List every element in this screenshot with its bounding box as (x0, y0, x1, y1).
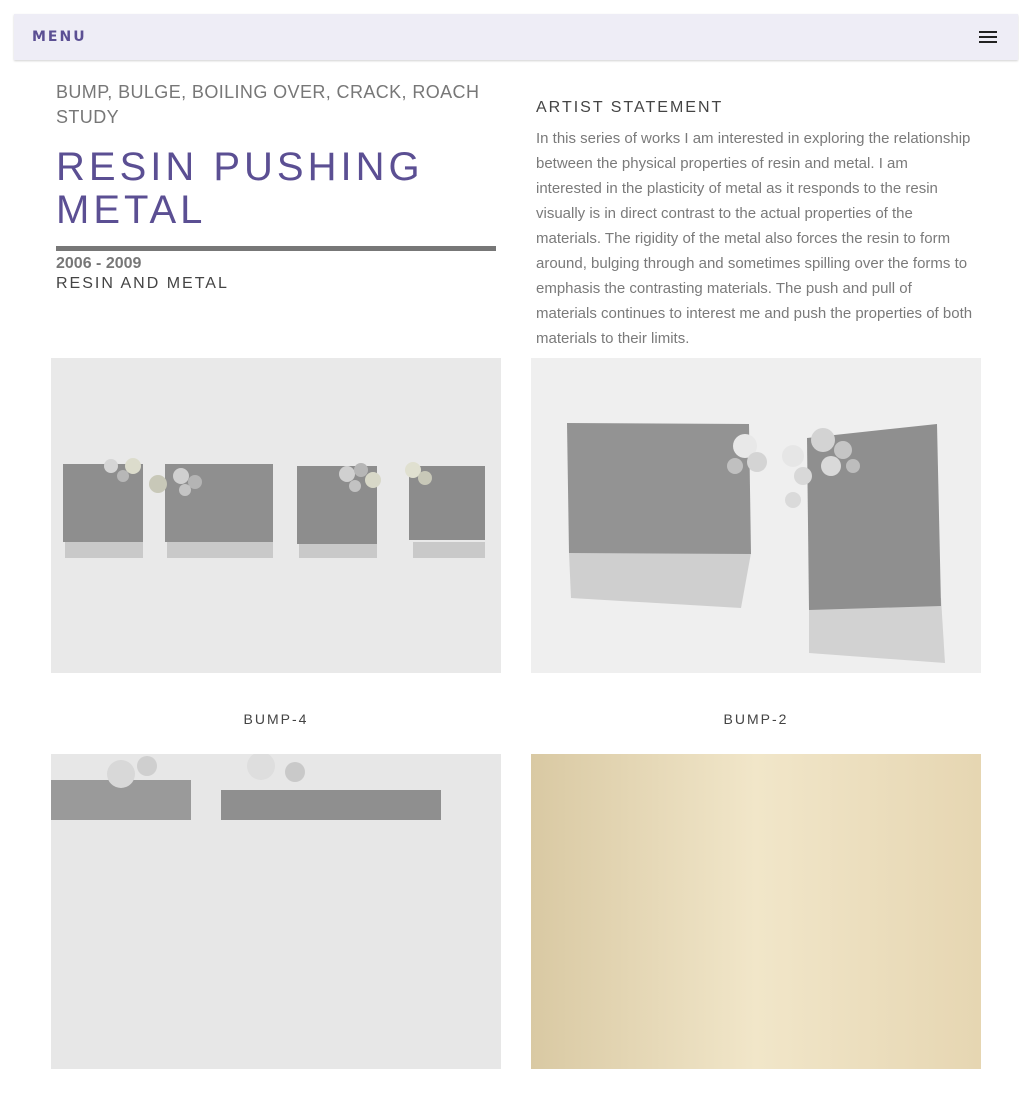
statement-body: In this series of works I am interested … (536, 130, 973, 347)
statement-heading: ARTIST STATEMENT (536, 99, 724, 116)
top-menu-bar: MENU (14, 14, 1018, 60)
gallery-item[interactable]: BUMP-2 (531, 358, 981, 727)
artwork-caption: BUMP-2 (723, 711, 789, 727)
work-subtitle: BUMP, BULGE, BOILING OVER, CRACK, ROACH … (56, 82, 480, 127)
artwork-photo[interactable] (531, 358, 981, 673)
gallery-item[interactable] (531, 754, 981, 1107)
artwork-image-3 (51, 754, 501, 1069)
artwork-photo[interactable] (531, 754, 981, 1069)
work-medium: RESIN AND METAL (56, 275, 229, 292)
artwork-image-4 (531, 754, 981, 1069)
hamburger-menu-icon[interactable] (979, 31, 997, 43)
work-years: 2006 - 2009 (56, 255, 142, 272)
artwork-image-bump-2 (531, 358, 981, 673)
gallery-item[interactable]: BUMP-4 (51, 358, 501, 727)
menu-label[interactable]: MENU (32, 29, 87, 45)
gallery-item[interactable] (51, 754, 501, 1107)
title-divider (56, 246, 496, 251)
artwork-photo[interactable] (51, 754, 501, 1069)
artwork-caption: BUMP-4 (243, 711, 309, 727)
work-info: BUMP, BULGE, BOILING OVER, CRACK, ROACH … (56, 80, 496, 293)
work-title: RESIN PUSHING METAL (56, 145, 424, 232)
artwork-image-bump-4 (51, 358, 501, 673)
artist-statement: ARTIST STATEMENT In this series of works… (536, 99, 976, 351)
artwork-photo[interactable] (51, 358, 501, 673)
